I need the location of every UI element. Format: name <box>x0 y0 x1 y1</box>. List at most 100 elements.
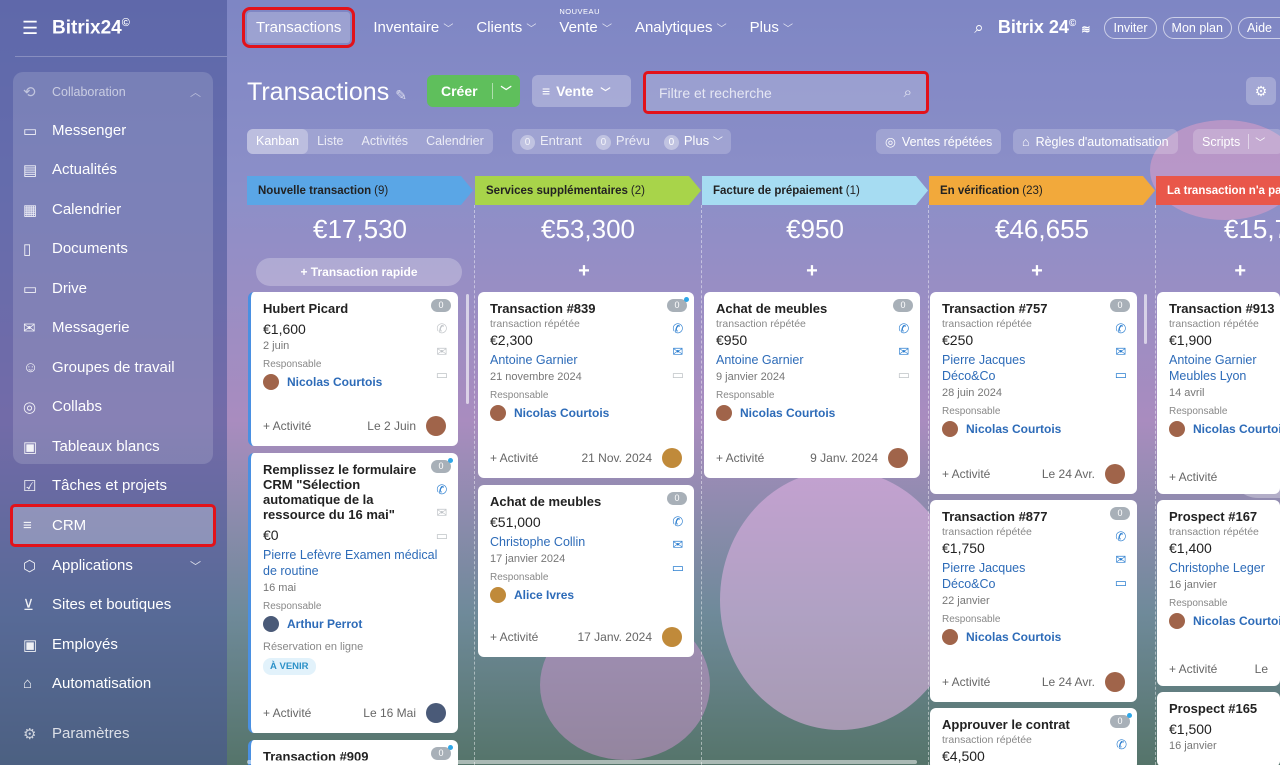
deal-card[interactable]: 0 ✆ ✉ ▭ Hubert Picard €1,600 2 juin Respon… <box>248 292 458 446</box>
deal-card[interactable]: 0 ✆ ✉ ▭ Transaction #757 transaction répét… <box>930 292 1137 494</box>
add-activity-link[interactable]: + Activité <box>942 675 990 689</box>
tab-calendar[interactable]: Calendrier <box>417 129 493 154</box>
chat-icon[interactable]: ▭ <box>1115 575 1127 591</box>
chat-icon[interactable]: ▭ <box>436 528 448 544</box>
contact-link[interactable]: Pierre Jacques Déco&Co <box>942 560 1052 592</box>
contact-link[interactable]: Pierre Jacques Déco&Co <box>942 352 1052 384</box>
sidebar-item-groups[interactable]: ☺ Groupes de travail <box>13 348 213 387</box>
deal-card[interactable]: 0 ✆ ✉ ▭ Transaction #839 transaction répét… <box>478 292 694 478</box>
create-button[interactable]: Créer ﹀ <box>427 75 520 107</box>
chat-icon[interactable]: ▭ <box>1115 367 1127 383</box>
sidebar-item-calendar[interactable]: ▦ Calendrier <box>13 190 213 229</box>
card-title[interactable]: Achat de meubles <box>490 494 645 509</box>
responsible[interactable]: Nicolas Courtois <box>942 629 1125 645</box>
counter-more[interactable]: 0 Plus ﹀ <box>663 133 723 150</box>
mail-icon[interactable]: ✉ <box>1115 552 1126 568</box>
mail-icon[interactable]: ✉ <box>1115 344 1126 360</box>
phone-icon[interactable]: ✆ <box>1115 321 1126 337</box>
column-header-prepayment[interactable]: Facture de prépaiement (1) <box>702 176 928 205</box>
contact-link[interactable]: Antoine Garnier <box>716 352 908 368</box>
invite-button[interactable]: Inviter <box>1104 16 1157 39</box>
add-activity-link[interactable]: + Activité <box>942 467 990 481</box>
phone-icon[interactable]: ✆ <box>436 321 447 337</box>
column-header-new[interactable]: Nouvelle transaction (9) <box>247 176 473 205</box>
responsible[interactable]: Arthur Perrot <box>263 616 446 632</box>
responsible[interactable]: Nicolas Courtois <box>942 421 1125 437</box>
chat-icon[interactable]: ▭ <box>436 367 448 383</box>
responsible[interactable]: Nicolas Courtois <box>263 374 446 390</box>
phone-icon[interactable]: ✆ <box>672 321 683 337</box>
phone-icon[interactable]: ✆ <box>1115 529 1126 545</box>
sidebar-item-collabs[interactable]: ◎ Collabs <box>13 387 213 426</box>
deal-card[interactable]: 0 ✆ ✉ ▭ Achat de meubles transaction répét… <box>704 292 920 478</box>
phone-icon[interactable]: ✆ <box>436 482 447 498</box>
chat-icon[interactable]: ▭ <box>672 560 684 576</box>
add-card-button[interactable]: + <box>471 260 697 283</box>
tab-more[interactable]: Plus ﹀ <box>750 19 793 36</box>
card-title[interactable]: Remplissez le formulaire CRM "Sélection … <box>263 462 418 522</box>
phone-icon[interactable]: ✆ <box>1116 737 1127 753</box>
phone-icon[interactable]: ✆ <box>672 514 683 530</box>
mail-icon[interactable]: ✉ <box>898 344 909 360</box>
sidebar-item-sites[interactable]: ⊻ Sites et boutiques <box>13 585 213 624</box>
sidebar-item-automation[interactable]: ⌂ Automatisation <box>13 664 213 703</box>
mail-icon[interactable]: ✉ <box>672 537 683 553</box>
card-title[interactable]: Prospect #165 <box>1169 701 1280 716</box>
tab-clients[interactable]: Clients ﹀ <box>476 19 536 36</box>
add-activity-link[interactable]: + Activité <box>263 706 311 720</box>
tab-transactions[interactable]: Transactions <box>241 7 356 48</box>
column-header-verification[interactable]: En vérification (23) <box>929 176 1155 205</box>
card-title[interactable]: Transaction #839 <box>490 301 645 316</box>
chat-icon[interactable]: ▭ <box>672 367 684 383</box>
sidebar-item-collaboration[interactable]: ⟲ Collaboration ︿ <box>13 72 213 111</box>
logo[interactable]: Bitrix24© <box>52 17 130 39</box>
help-button[interactable]: Aide <box>1237 16 1280 39</box>
counter-planned[interactable]: 0 Prévu <box>595 133 650 150</box>
column-scrollbar[interactable] <box>1144 294 1147 344</box>
deal-card[interactable]: 0 ✆ ✉ ▭ Transaction #877 transaction répét… <box>930 500 1137 702</box>
responsible[interactable]: Alice Ivres <box>490 587 682 603</box>
menu-icon[interactable]: ☰ <box>22 18 52 39</box>
chat-icon[interactable]: ▭ <box>898 367 910 383</box>
responsible[interactable]: Nicolas Courtois <box>716 405 908 421</box>
scripts-button[interactable]: Scripts ﹀ <box>1193 129 1280 154</box>
pin-icon[interactable]: ✎ <box>395 87 407 103</box>
scroll-right-button[interactable]: › <box>1230 442 1280 498</box>
repeat-sales-button[interactable]: ◎ Ventes répétées <box>876 129 1002 154</box>
column-scrollbar[interactable] <box>466 294 469 404</box>
tab-inventory[interactable]: Inventaire ﹀ <box>373 19 453 36</box>
add-activity-link[interactable]: + Activité <box>716 451 764 465</box>
add-activity-link[interactable]: + Activité <box>490 630 538 644</box>
add-card-button[interactable]: + <box>924 260 1150 283</box>
contact-link[interactable]: Christophe Collin <box>490 534 682 550</box>
automation-rules-button[interactable]: ⌂ Règles d'automatisation <box>1013 129 1178 154</box>
settings-button[interactable]: ⚙ <box>1246 77 1276 105</box>
sidebar-item-crm[interactable]: ≡ CRM <box>10 504 216 547</box>
tab-activities[interactable]: Activités <box>353 129 418 154</box>
add-card-button[interactable]: + <box>699 260 925 283</box>
responsible[interactable]: Nicolas Courtois <box>1169 421 1280 437</box>
add-activity-link[interactable]: + Activité <box>490 451 538 465</box>
deal-card[interactable]: 0 ✆ ✉ ▭ Remplissez le formulaire CRM "Séle… <box>248 453 458 733</box>
sidebar-item-whiteboards[interactable]: ▣ Tableaux blancs <box>13 427 213 466</box>
mail-icon[interactable]: ✉ <box>672 344 683 360</box>
add-activity-link[interactable]: + Activité <box>1169 470 1217 484</box>
sidebar-item-news[interactable]: ▤ Actualités <box>13 150 213 189</box>
search-input[interactable]: Filtre et recherche ⌕ <box>643 71 929 114</box>
responsible[interactable]: Nicolas Courtois <box>490 405 682 421</box>
sidebar-item-documents[interactable]: ▯ Documents <box>13 229 213 268</box>
tab-sales[interactable]: NOUVEAU Vente ﹀ <box>559 7 612 36</box>
phone-icon[interactable]: ✆ <box>898 321 909 337</box>
column-header-lost[interactable]: La transaction n'a pa <box>1156 176 1280 205</box>
my-plan-button[interactable]: Mon plan <box>1162 16 1232 39</box>
card-title[interactable]: Hubert Picard <box>263 301 418 316</box>
add-activity-link[interactable]: + Activité <box>1169 662 1217 676</box>
contact-link[interactable]: Antoine Garnier <box>490 352 682 368</box>
sidebar-item-drive[interactable]: ▭ Drive <box>13 269 213 308</box>
search-icon[interactable]: ⌕ <box>904 84 912 101</box>
card-title[interactable]: Transaction #913 <box>1169 301 1280 316</box>
column-header-services[interactable]: Services supplémentaires (2) <box>475 176 701 205</box>
sidebar-item-settings[interactable]: ⚙ Paramètres <box>13 714 213 753</box>
deal-card[interactable]: Prospect #167 transaction répétée €1,400… <box>1157 500 1280 686</box>
chevron-down-icon[interactable]: ﹀ <box>491 83 512 99</box>
